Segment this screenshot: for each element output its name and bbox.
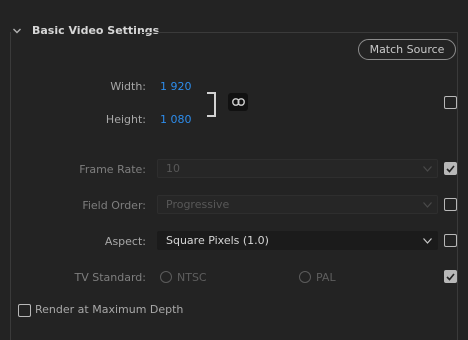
height-label: Height: bbox=[105, 113, 146, 126]
field-order-checkbox[interactable] bbox=[444, 198, 457, 211]
width-label: Width: bbox=[110, 80, 146, 93]
pal-radio[interactable] bbox=[299, 271, 311, 283]
frame-rate-checkbox[interactable] bbox=[444, 162, 457, 175]
width-height-checkbox[interactable] bbox=[444, 96, 457, 109]
tv-standard-checkbox[interactable] bbox=[444, 270, 457, 283]
aspect-select[interactable]: Square Pixels (1.0) bbox=[157, 231, 438, 250]
check-icon bbox=[446, 272, 455, 281]
pal-label: PAL bbox=[316, 271, 336, 284]
frame-rate-select[interactable]: 10 bbox=[157, 159, 438, 178]
chevron-down-icon bbox=[423, 166, 432, 172]
ntsc-label: NTSC bbox=[177, 271, 207, 284]
link-icon bbox=[231, 98, 245, 106]
check-icon bbox=[446, 164, 455, 173]
ntsc-radio[interactable] bbox=[160, 271, 172, 283]
field-order-value: Progressive bbox=[166, 198, 230, 211]
frame-rate-value: 10 bbox=[166, 162, 180, 175]
width-value[interactable]: 1 920 bbox=[160, 80, 192, 93]
frame-rate-label: Frame Rate: bbox=[79, 163, 146, 176]
aspect-checkbox[interactable] bbox=[444, 234, 457, 247]
field-order-select[interactable]: Progressive bbox=[157, 195, 438, 214]
tv-standard-label: TV Standard: bbox=[74, 271, 147, 284]
height-value[interactable]: 1 080 bbox=[160, 113, 192, 126]
constrain-proportions-button[interactable] bbox=[228, 93, 248, 111]
chevron-down-icon bbox=[423, 238, 432, 244]
render-max-depth-label: Render at Maximum Depth bbox=[35, 303, 184, 316]
render-max-depth-checkbox[interactable] bbox=[18, 304, 31, 317]
chevron-down-icon bbox=[423, 202, 432, 208]
link-bracket bbox=[207, 92, 216, 117]
field-order-label: Field Order: bbox=[82, 199, 146, 212]
aspect-label: Aspect: bbox=[104, 235, 146, 248]
settings-panel bbox=[10, 32, 458, 340]
match-source-button[interactable]: Match Source bbox=[358, 39, 456, 60]
aspect-value: Square Pixels (1.0) bbox=[166, 234, 269, 247]
